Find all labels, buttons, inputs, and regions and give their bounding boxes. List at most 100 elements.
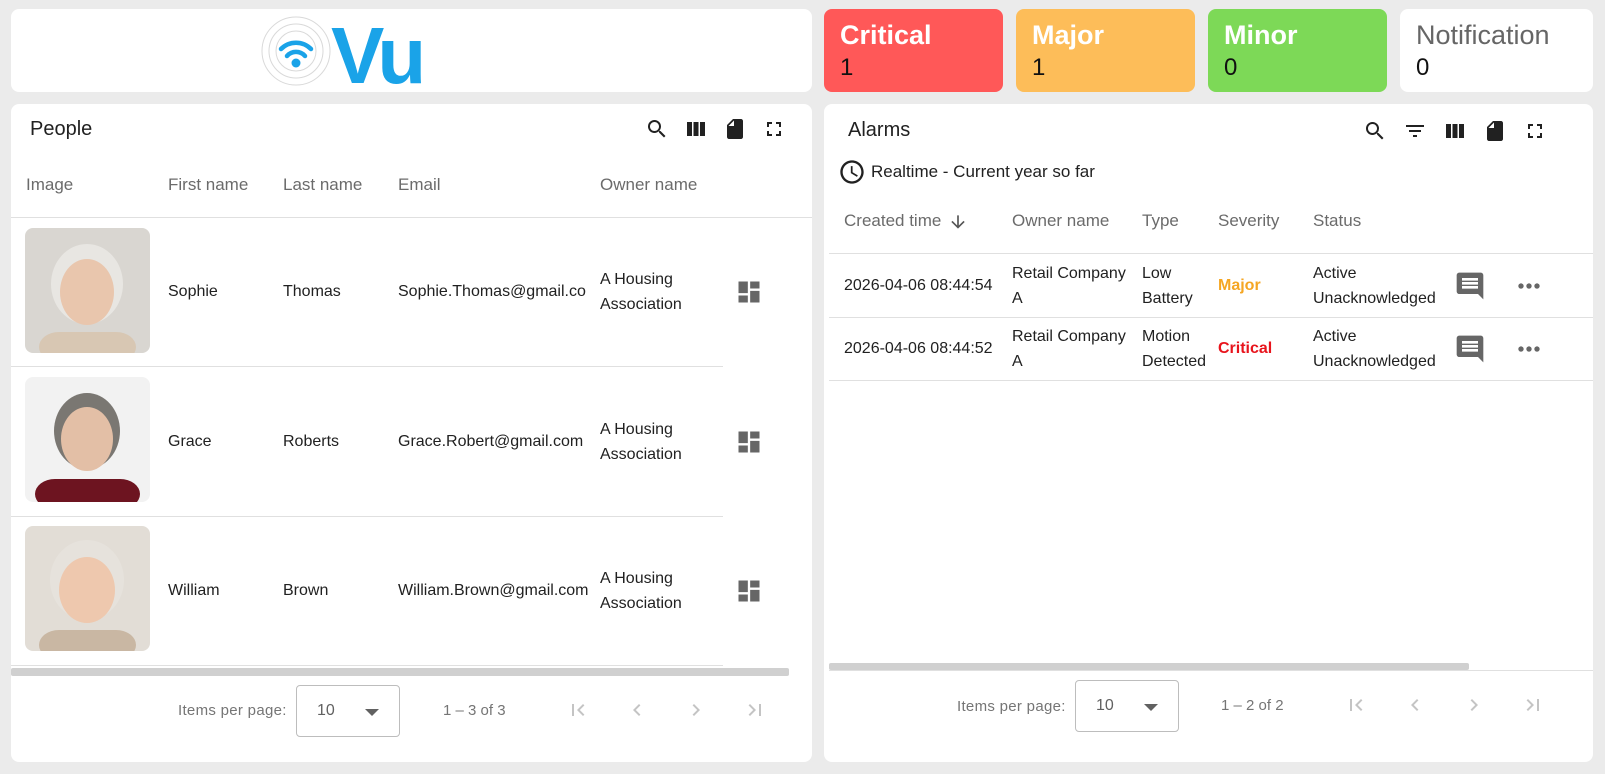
major-count-card[interactable]: Major 1 (1016, 9, 1195, 92)
alarm-type: Low Battery (1142, 265, 1193, 307)
last-name: Roberts (283, 433, 340, 450)
last-name: Brown (283, 582, 329, 599)
first-name: Grace (168, 433, 212, 450)
more-options-icon[interactable] (1513, 270, 1545, 302)
previous-page-icon[interactable] (1403, 693, 1427, 717)
notification-label: Notification (1416, 20, 1550, 50)
comment-icon[interactable] (1454, 333, 1486, 365)
col-email[interactable]: Email (398, 175, 441, 195)
next-page-icon[interactable] (684, 698, 708, 722)
first-name: William (168, 582, 220, 599)
filter-icon[interactable] (1403, 119, 1427, 143)
logo-card: Vu (11, 9, 812, 100)
col-created-time[interactable]: Created time (844, 211, 941, 231)
fullscreen-icon[interactable] (1523, 119, 1547, 143)
page-size-select[interactable]: 10 (1075, 680, 1179, 732)
page-range: 1 – 3 of 3 (443, 702, 506, 719)
page-size-select[interactable]: 10 (296, 685, 400, 737)
col-status[interactable]: Status (1313, 211, 1361, 231)
email: Sophie.Thomas@gmail.co (398, 283, 586, 300)
divider (829, 670, 1593, 671)
alarms-title: Alarms (848, 119, 911, 141)
alarm-status: Active Unacknowledged (1313, 265, 1436, 307)
last-page-icon[interactable] (743, 698, 767, 722)
minor-count: 0 (1224, 54, 1238, 81)
search-icon[interactable] (1363, 119, 1387, 143)
page-range: 1 – 2 of 2 (1221, 697, 1284, 714)
alarm-type: Motion Detected (1142, 328, 1207, 370)
last-name: Thomas (283, 283, 341, 300)
owner-name: A Housing Association (600, 570, 682, 612)
vu-logo: Vu (261, 11, 461, 100)
dashboard-icon[interactable] (735, 577, 763, 605)
horizontal-scrollbar[interactable] (11, 668, 789, 676)
page-size-value: 10 (317, 702, 335, 719)
sort-arrow-down-icon[interactable] (948, 212, 968, 232)
logo-text: Vu (331, 13, 422, 89)
minor-label: Minor (1224, 20, 1298, 50)
chevron-down-icon (365, 709, 379, 716)
fullscreen-icon[interactable] (762, 117, 786, 141)
timewindow-label[interactable]: Realtime - Current year so far (871, 159, 1095, 184)
email: William.Brown@gmail.com (398, 582, 589, 599)
person-photo (25, 228, 150, 353)
next-page-icon[interactable] (1462, 693, 1486, 717)
major-label: Major (1032, 20, 1105, 50)
owner-name: A Housing Association (600, 421, 682, 463)
alarms-widget: Alarms Realtime - Current year so far Cr… (824, 104, 1593, 762)
people-widget: People Image First name Last name Email … (11, 104, 812, 762)
col-severity[interactable]: Severity (1218, 211, 1279, 231)
notification-count-card[interactable]: Notification 0 (1400, 9, 1593, 92)
divider (11, 516, 723, 517)
first-page-icon[interactable] (566, 698, 590, 722)
chevron-down-icon (1144, 704, 1158, 711)
previous-page-icon[interactable] (625, 698, 649, 722)
major-count: 1 (1032, 54, 1046, 81)
dashboard-icon[interactable] (735, 278, 763, 306)
divider (829, 380, 1593, 381)
search-icon[interactable] (645, 117, 669, 141)
col-first-name[interactable]: First name (168, 175, 248, 195)
col-owner-name[interactable]: Owner name (1012, 211, 1109, 231)
columns-icon[interactable] (684, 117, 708, 141)
severity-label: Critical (1218, 340, 1273, 357)
col-image[interactable]: Image (26, 175, 73, 195)
col-last-name[interactable]: Last name (283, 175, 362, 195)
divider (829, 253, 1593, 254)
created-time: 2026-04-06 08:44:54 (844, 277, 993, 294)
notification-count: 0 (1416, 54, 1430, 81)
divider (829, 317, 1593, 318)
owner-name: Retail Company A (1012, 328, 1126, 370)
critical-count-card[interactable]: Critical 1 (824, 9, 1003, 92)
first-name: Sophie (168, 283, 218, 300)
items-per-page-label: Items per page: (178, 702, 287, 719)
divider (11, 217, 812, 218)
minor-count-card[interactable]: Minor 0 (1208, 9, 1387, 92)
critical-label: Critical (840, 20, 932, 50)
dashboard-icon[interactable] (735, 428, 763, 456)
last-page-icon[interactable] (1521, 693, 1545, 717)
page-size-value: 10 (1096, 697, 1114, 714)
more-options-icon[interactable] (1513, 333, 1545, 365)
person-photo (25, 526, 150, 651)
export-icon[interactable] (723, 117, 747, 141)
comment-icon[interactable] (1454, 270, 1486, 302)
created-time: 2026-04-06 08:44:52 (844, 340, 993, 357)
divider (11, 665, 723, 666)
horizontal-scrollbar[interactable] (829, 663, 1469, 670)
col-type[interactable]: Type (1142, 211, 1179, 231)
alarm-status: Active Unacknowledged (1313, 328, 1436, 370)
people-title: People (30, 118, 93, 140)
severity-label: Major (1218, 277, 1261, 294)
col-owner-name[interactable]: Owner name (600, 175, 697, 195)
owner-name: A Housing Association (600, 271, 682, 313)
person-photo (25, 377, 150, 502)
email: Grace.Robert@gmail.com (398, 433, 584, 450)
divider (11, 366, 723, 367)
export-icon[interactable] (1483, 119, 1507, 143)
first-page-icon[interactable] (1344, 693, 1368, 717)
owner-name: Retail Company A (1012, 265, 1126, 307)
columns-icon[interactable] (1443, 119, 1467, 143)
critical-count: 1 (840, 54, 854, 81)
clock-icon[interactable] (838, 158, 866, 186)
